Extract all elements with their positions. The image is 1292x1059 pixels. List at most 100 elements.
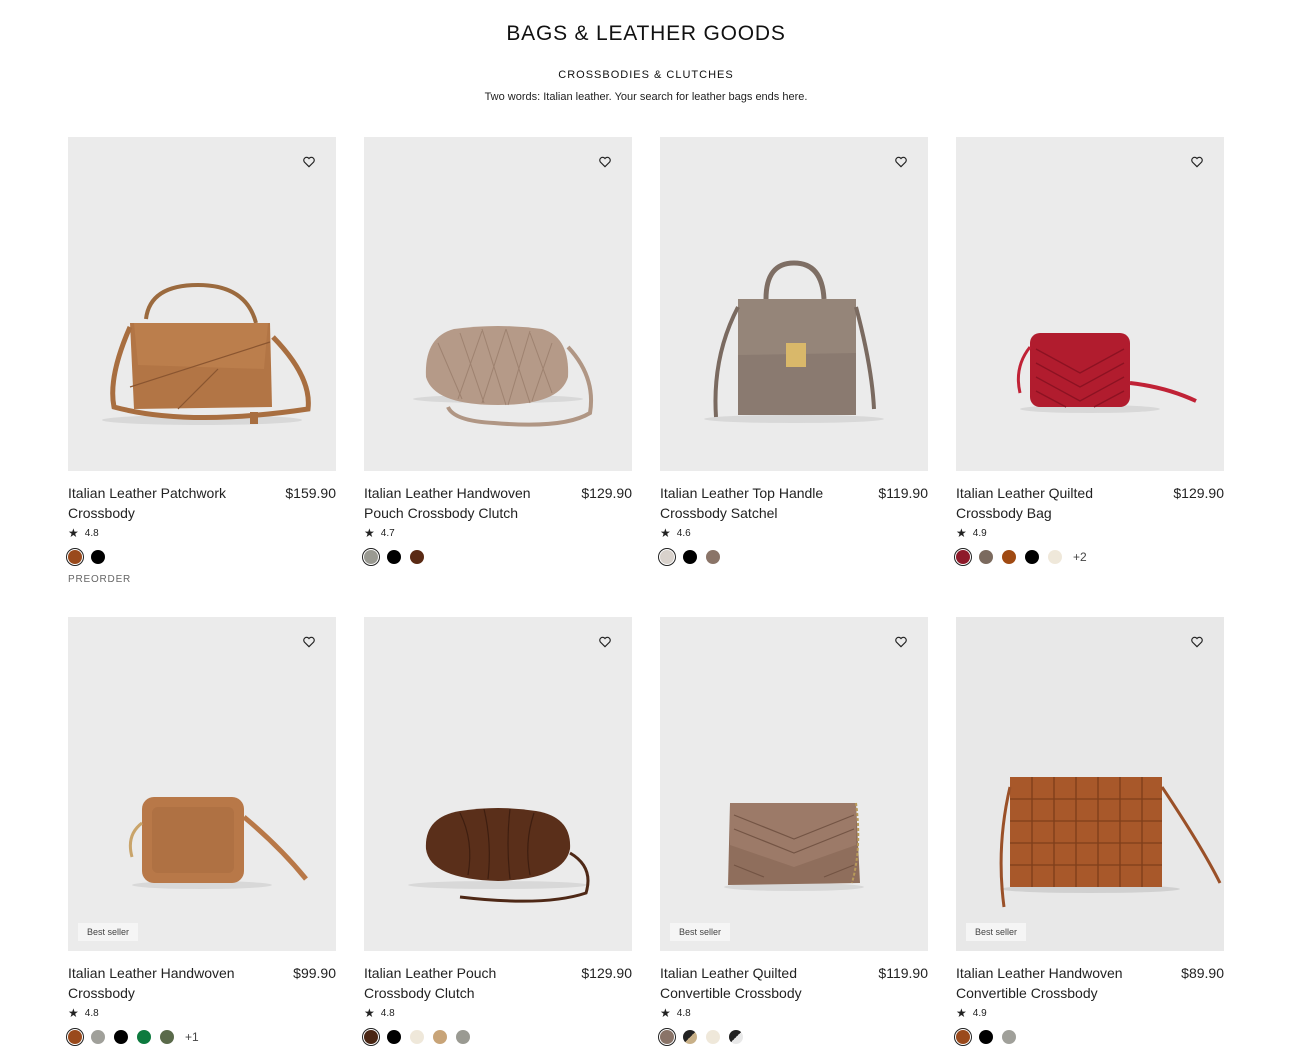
color-swatch[interactable] [1025, 550, 1039, 564]
category-description: Two words: Italian leather. Your search … [484, 91, 808, 103]
color-swatch[interactable] [683, 1030, 697, 1044]
color-swatch[interactable] [433, 1030, 447, 1044]
product-card[interactable]: Best seller Italian Leather Quilted Conv… [658, 617, 928, 1059]
color-swatch[interactable] [706, 1030, 720, 1044]
product-image[interactable]: Best seller [660, 617, 928, 951]
product-price: $119.90 [878, 965, 928, 981]
rating-value: 4.9 [972, 1007, 987, 1019]
product-price: $129.90 [1173, 485, 1224, 501]
product-price: $99.90 [293, 965, 336, 981]
wishlist-heart-icon[interactable] [598, 155, 612, 169]
wishlist-heart-icon[interactable] [1190, 155, 1204, 169]
color-swatch[interactable] [410, 550, 424, 564]
product-card[interactable]: Best seller Italian Leather Handwoven Cr… [66, 617, 336, 1059]
product-card[interactable]: Italian Leather Pouch Crossbody Clutch $… [362, 617, 632, 1059]
more-colors-link[interactable]: +1 [185, 1030, 199, 1044]
color-swatch[interactable] [954, 548, 972, 566]
color-swatch[interactable] [362, 1028, 380, 1046]
bag-illustration [999, 777, 1222, 908]
color-swatch[interactable] [362, 548, 380, 566]
color-swatch[interactable] [658, 1028, 676, 1046]
bag-illustration [1016, 333, 1197, 413]
rating-value: 4.7 [380, 527, 395, 539]
color-swatch[interactable] [979, 1030, 993, 1044]
bag-illustration [408, 808, 590, 903]
color-swatches [954, 1028, 1016, 1046]
rating-value: 4.9 [972, 527, 987, 539]
product-card[interactable]: Italian Leather Patchwork Crossbody $159… [66, 137, 336, 597]
rating-value: 4.6 [676, 527, 691, 539]
product-card[interactable]: Italian Leather Handwoven Pouch Crossbod… [362, 137, 632, 597]
product-image[interactable] [364, 137, 632, 471]
color-swatch[interactable] [91, 1030, 105, 1044]
product-rating: ★ 4.7 [364, 526, 395, 540]
product-name[interactable]: Italian Leather Handwoven Convertible Cr… [956, 963, 1146, 1003]
preorder-label: PREORDER [68, 574, 132, 585]
color-swatches [362, 548, 424, 566]
wishlist-heart-icon[interactable] [598, 635, 612, 649]
product-price: $89.90 [1181, 965, 1224, 981]
product-name[interactable]: Italian Leather Top Handle Crossbody Sat… [660, 483, 850, 523]
star-icon: ★ [364, 1006, 375, 1020]
color-swatch[interactable] [456, 1030, 470, 1044]
product-name[interactable]: Italian Leather Handwoven Crossbody [68, 963, 258, 1003]
product-card[interactable]: Best seller Italian Leather Handwoven Co… [954, 617, 1224, 1059]
color-swatch[interactable] [66, 1028, 84, 1046]
wishlist-heart-icon[interactable] [894, 155, 908, 169]
product-card[interactable]: Italian Leather Top Handle Crossbody Sat… [658, 137, 928, 597]
star-icon: ★ [68, 526, 79, 540]
color-swatch[interactable] [1002, 550, 1016, 564]
color-swatch[interactable] [160, 1030, 174, 1044]
product-card[interactable]: Italian Leather Quilted Crossbody Bag $1… [954, 137, 1224, 597]
bag-illustration [704, 260, 884, 423]
color-swatch[interactable] [387, 550, 401, 564]
product-name[interactable]: Italian Leather Quilted Crossbody Bag [956, 483, 1146, 523]
color-swatches [362, 1028, 470, 1046]
product-image[interactable] [956, 137, 1224, 471]
product-name[interactable]: Italian Leather Pouch Crossbody Clutch [364, 963, 554, 1003]
color-swatch[interactable] [91, 550, 105, 564]
wishlist-heart-icon[interactable] [302, 155, 316, 169]
wishlist-heart-icon[interactable] [1190, 635, 1204, 649]
category-subtitle: CROSSBODIES & CLUTCHES [558, 69, 734, 81]
bag-illustration [102, 282, 311, 425]
product-image[interactable] [660, 137, 928, 471]
color-swatch[interactable] [979, 550, 993, 564]
product-image[interactable]: Best seller [956, 617, 1224, 951]
color-swatch[interactable] [137, 1030, 151, 1044]
product-rating: ★ 4.8 [364, 1006, 395, 1020]
product-image[interactable] [364, 617, 632, 951]
product-image[interactable]: Best seller [68, 617, 336, 951]
more-colors-link[interactable]: +2 [1073, 550, 1087, 564]
product-image[interactable] [68, 137, 336, 471]
color-swatch[interactable] [729, 1030, 743, 1044]
product-rating: ★ 4.8 [68, 526, 99, 540]
star-icon: ★ [364, 526, 375, 540]
product-name[interactable]: Italian Leather Quilted Convertible Cros… [660, 963, 850, 1003]
product-price: $119.90 [878, 485, 928, 501]
color-swatches: +2 [954, 548, 1087, 566]
color-swatch[interactable] [1002, 1030, 1016, 1044]
color-swatch[interactable] [683, 550, 697, 564]
star-icon: ★ [660, 526, 671, 540]
wishlist-heart-icon[interactable] [894, 635, 908, 649]
color-swatch[interactable] [410, 1030, 424, 1044]
wishlist-heart-icon[interactable] [302, 635, 316, 649]
product-name[interactable]: Italian Leather Patchwork Crossbody [68, 483, 258, 523]
color-swatch[interactable] [1048, 550, 1062, 564]
color-swatch[interactable] [387, 1030, 401, 1044]
color-swatch[interactable] [658, 548, 676, 566]
color-swatch[interactable] [66, 548, 84, 566]
color-swatch[interactable] [706, 550, 720, 564]
star-icon: ★ [68, 1006, 79, 1020]
best-seller-badge: Best seller [78, 923, 139, 941]
product-name[interactable]: Italian Leather Handwoven Pouch Crossbod… [364, 483, 554, 523]
product-price: $129.90 [581, 485, 632, 501]
product-rating: ★ 4.9 [956, 1006, 987, 1020]
color-swatch[interactable] [114, 1030, 128, 1044]
bag-illustration [413, 326, 593, 427]
rating-value: 4.8 [380, 1007, 395, 1019]
color-swatch[interactable] [954, 1028, 972, 1046]
best-seller-badge: Best seller [966, 923, 1027, 941]
page-title: BAGS & LEATHER GOODS [506, 22, 786, 45]
